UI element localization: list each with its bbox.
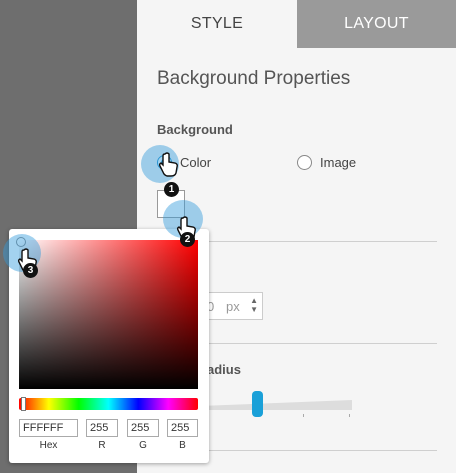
b-input[interactable] [167, 419, 198, 437]
g-input[interactable] [127, 419, 159, 437]
radius-label: adius [207, 362, 241, 377]
hue-marker[interactable] [21, 397, 26, 411]
g-label: G [139, 440, 147, 451]
step-badge: 2 [180, 232, 195, 247]
step-badge: 3 [23, 263, 38, 278]
r-label: R [98, 440, 106, 451]
b-label: B [179, 440, 186, 451]
border-width-unit: px [226, 299, 240, 314]
radio-color-label: Color [180, 155, 212, 170]
radius-slider-track[interactable] [200, 400, 352, 410]
saturation-area[interactable] [19, 240, 198, 389]
slider-tick [349, 414, 350, 417]
hex-label: Hex [39, 440, 58, 451]
hue-slider[interactable] [19, 398, 198, 410]
tab-style[interactable]: STYLE [137, 0, 297, 48]
section-title: Background Properties [157, 68, 351, 89]
radio-image-label: Image [320, 155, 357, 170]
radio-image-dot[interactable] [297, 155, 312, 170]
r-input[interactable] [86, 419, 118, 437]
color-picker-popup: Hex R G B [9, 229, 209, 463]
hex-input[interactable] [19, 419, 78, 437]
radio-image[interactable]: Image [297, 155, 356, 170]
spinner-arrows-icon[interactable]: ▲ ▼ [250, 296, 258, 314]
slider-tick [303, 414, 304, 417]
background-label: Background [157, 122, 233, 137]
hand-pointer-icon [158, 152, 178, 177]
step-badge: 1 [164, 182, 179, 197]
tab-layout[interactable]: LAYOUT [297, 0, 456, 48]
radius-slider-handle[interactable] [252, 391, 263, 417]
